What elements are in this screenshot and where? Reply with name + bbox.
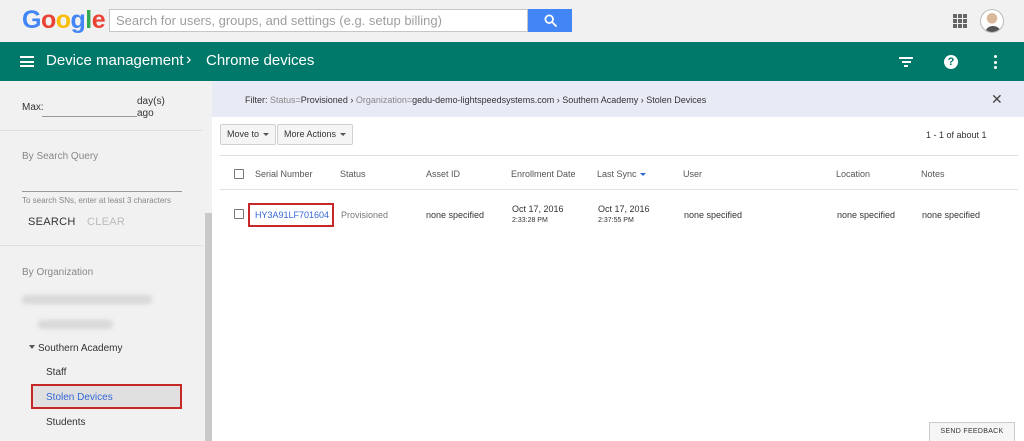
more-vert-icon[interactable] — [994, 55, 998, 69]
sort-desc-icon — [639, 173, 646, 177]
cell-enrollment-time: 2:33:28 PM — [512, 217, 548, 224]
breadcrumb-device-management[interactable]: Device management — [46, 52, 184, 69]
logo-letter: o — [40, 6, 56, 34]
app-bar: Device management › Chrome devices ? — [0, 42, 1024, 81]
sidebar-divider — [0, 130, 202, 131]
header-divider — [220, 189, 1018, 190]
cell-status: Provisioned — [341, 210, 389, 220]
hamburger-menu-icon[interactable] — [20, 56, 34, 67]
close-filter-icon[interactable]: ✕ — [991, 91, 1003, 108]
search-query-heading: By Search Query — [22, 151, 99, 162]
org-heading: By Organization — [22, 267, 94, 278]
page-title: Chrome devices — [206, 52, 315, 69]
google-logo[interactable]: Google — [22, 6, 106, 35]
google-bar: Google — [0, 0, 1024, 42]
cell-user: none specified — [684, 210, 743, 220]
row-checkbox[interactable] — [234, 209, 244, 219]
column-header-last-sync[interactable]: Last Sync — [597, 169, 646, 179]
dropdown-arrow-icon — [340, 133, 347, 137]
max-label: Max: — [22, 102, 44, 113]
search-input[interactable] — [109, 9, 528, 32]
pagination-count: 1 - 1 of about 1 — [926, 130, 987, 140]
send-feedback-button[interactable]: SEND FEEDBACK — [929, 422, 1015, 441]
column-header-asset-id[interactable]: Asset ID — [426, 169, 460, 179]
toolbar-divider — [220, 155, 1018, 156]
devices-panel — [212, 117, 1024, 441]
cell-enrollment-date: Oct 17, 2016 — [512, 204, 564, 214]
logo-letter: G — [22, 6, 41, 34]
sidebar-divider — [0, 245, 202, 246]
column-header-location[interactable]: Location — [836, 169, 870, 179]
column-header-user[interactable]: User — [683, 169, 702, 179]
move-to-label: Move to — [227, 129, 260, 139]
filter-separator: › — [347, 95, 356, 105]
logo-letter: e — [91, 6, 106, 34]
avatar[interactable] — [980, 9, 1004, 33]
more-actions-label: More Actions — [284, 129, 337, 139]
clear-button[interactable]: CLEAR — [87, 216, 125, 228]
logo-letter: g — [70, 6, 86, 34]
admin-search — [109, 9, 572, 32]
dropdown-arrow-icon — [263, 133, 270, 137]
org-item-southern-academy[interactable]: Southern Academy — [38, 343, 123, 354]
org-item-stolen-devices[interactable]: Stolen Devices — [46, 392, 113, 403]
move-to-button[interactable]: Move to — [220, 124, 277, 145]
max-days-input[interactable] — [42, 104, 137, 117]
select-all-checkbox[interactable] — [234, 169, 244, 179]
search-icon — [543, 14, 557, 27]
max-unit-days: day(s) — [137, 96, 165, 107]
sidebar-scrollbar[interactable] — [205, 213, 212, 441]
caret-down-icon[interactable] — [29, 345, 35, 349]
help-icon[interactable]: ? — [944, 55, 958, 69]
filter-org-key: Organization= — [355, 95, 413, 105]
chevron-right-icon: › — [186, 51, 192, 68]
org-item-staff[interactable]: Staff — [46, 367, 66, 378]
org-root-blurred[interactable] — [22, 295, 152, 304]
column-header-enrollment-date[interactable]: Enrollment Date — [511, 169, 576, 179]
search-button[interactable] — [528, 9, 572, 32]
cell-location: none specified — [837, 210, 896, 220]
cell-notes: none specified — [922, 210, 981, 220]
max-unit-ago: ago — [137, 108, 154, 119]
cell-asset-id: none specified — [426, 210, 485, 220]
filter-org-value: gedu-demo-lightspeedsystems.com › Southe… — [412, 95, 707, 105]
logo-letter: o — [55, 6, 71, 34]
last-sync-label: Last Sync — [597, 169, 637, 179]
org-item-students[interactable]: Students — [46, 417, 85, 428]
search-sidebar-button[interactable]: SEARCH — [28, 216, 76, 228]
filter-label: Filter: — [245, 95, 268, 105]
column-header-status[interactable]: Status — [340, 169, 366, 179]
filter-icon[interactable] — [899, 57, 913, 67]
org-child-blurred[interactable] — [38, 320, 113, 329]
more-actions-button[interactable]: More Actions — [277, 124, 354, 145]
column-header-notes[interactable]: Notes — [921, 169, 945, 179]
apps-grid-icon[interactable] — [953, 14, 967, 28]
search-hint: To search SNs, enter at least 3 characte… — [22, 196, 171, 205]
cell-last-sync-time: 2:37:55 PM — [598, 217, 634, 224]
sn-search-input[interactable] — [22, 180, 182, 192]
filter-status-value: Provisioned — [300, 95, 348, 105]
filter-status-key: Status= — [270, 95, 301, 105]
column-header-serial[interactable]: Serial Number — [255, 169, 313, 179]
filter-summary[interactable]: Filter: Status=Provisioned › Organizatio… — [245, 95, 706, 105]
serial-number-link[interactable]: HY3A91LF701604 — [255, 210, 329, 220]
cell-last-sync-date: Oct 17, 2016 — [598, 204, 650, 214]
